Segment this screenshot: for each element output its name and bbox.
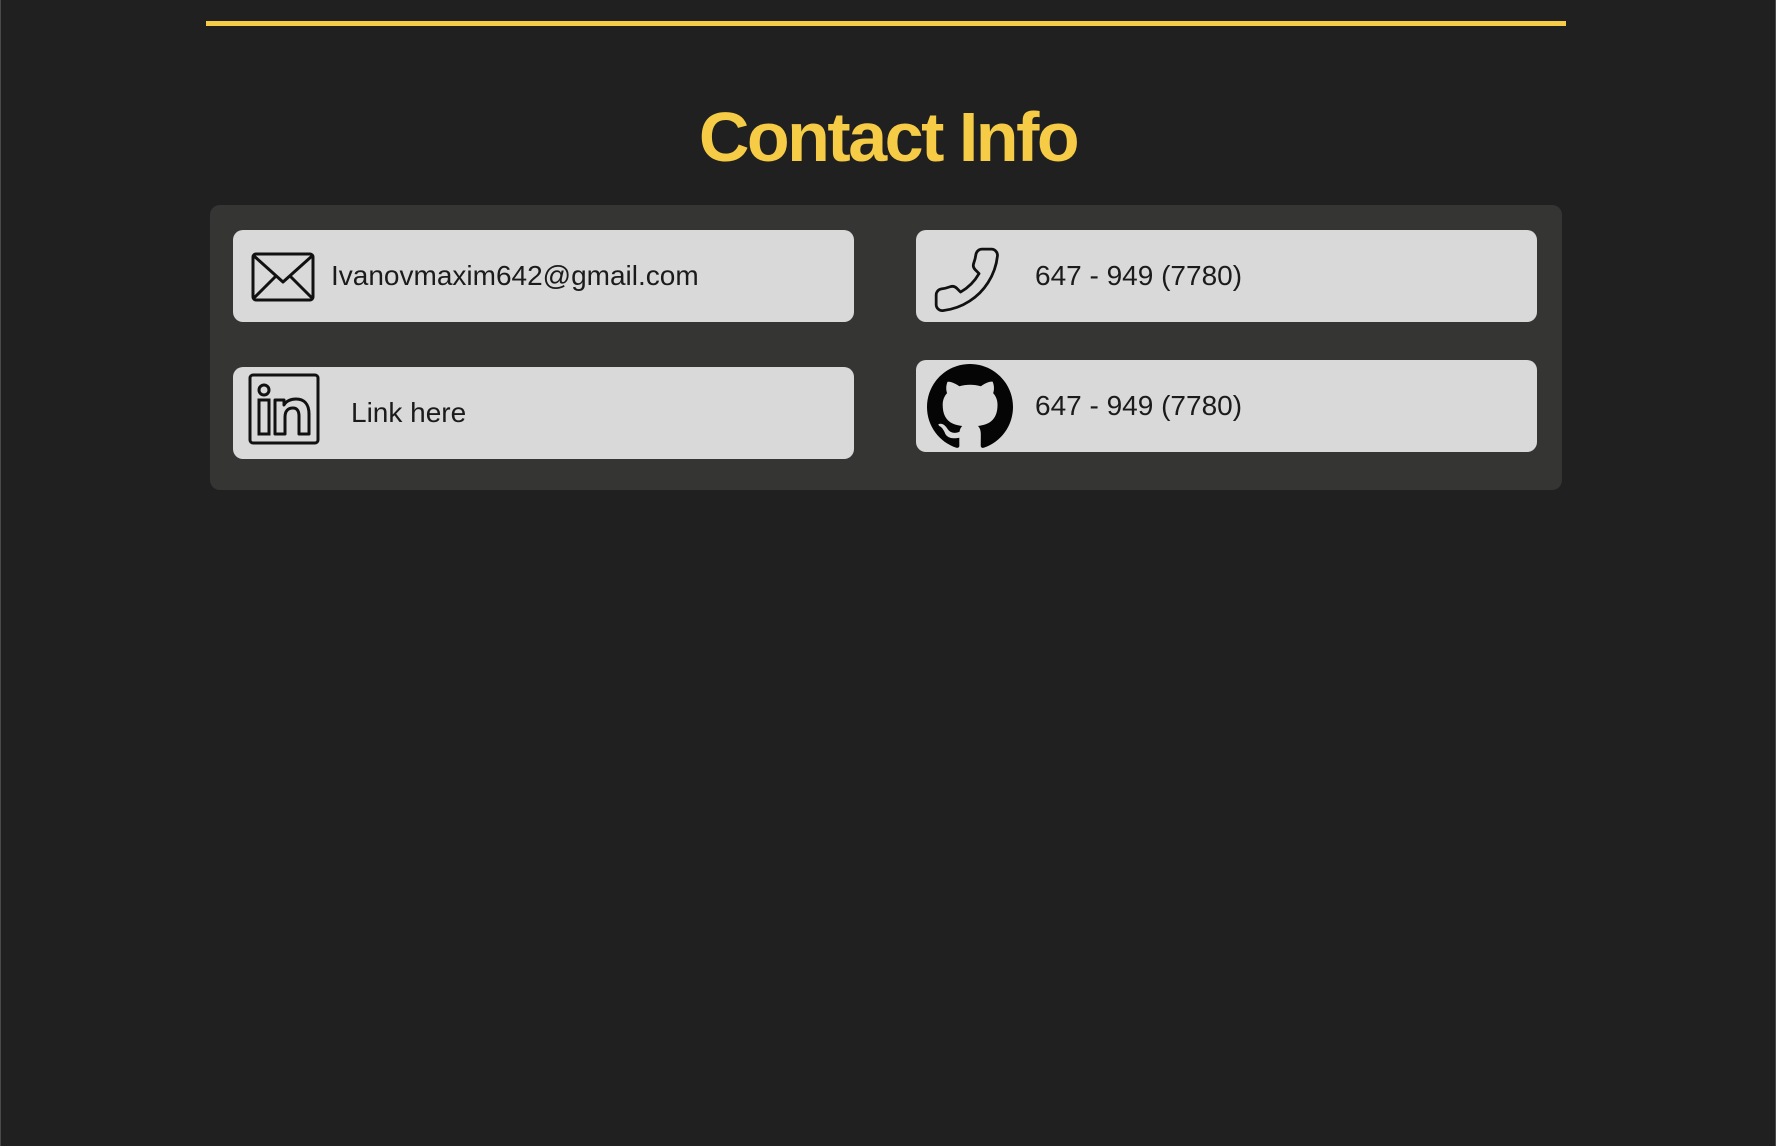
email-address: Ivanovmaxim642@gmail.com bbox=[331, 260, 699, 291]
phone-number: 647 - 949 (7780) bbox=[1035, 260, 1243, 291]
mail-icon bbox=[251, 252, 315, 302]
email-contact-card[interactable]: Ivanovmaxim642@gmail.com bbox=[233, 230, 854, 322]
linkedin-contact-card[interactable]: Link here bbox=[233, 367, 854, 459]
section-divider bbox=[206, 21, 1566, 26]
phone-icon bbox=[930, 243, 1004, 317]
github-link: 647 - 949 (7780) bbox=[1035, 390, 1243, 421]
github-icon bbox=[927, 364, 1013, 450]
phone-contact-card[interactable]: 647 - 949 (7780) bbox=[916, 230, 1537, 322]
section-title: Contact Info bbox=[698, 98, 1080, 176]
linkedin-link: Link here bbox=[351, 397, 467, 428]
github-contact-card[interactable]: 647 - 949 (7780) bbox=[916, 360, 1537, 452]
linkedin-icon bbox=[248, 373, 320, 445]
